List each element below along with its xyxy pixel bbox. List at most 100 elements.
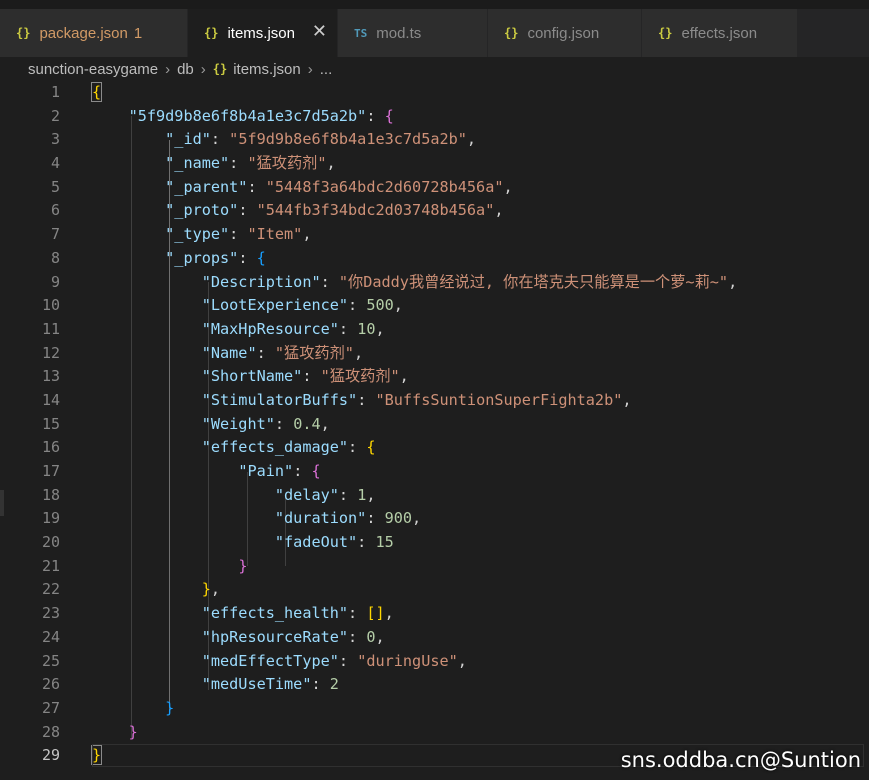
close-brace: }	[90, 745, 103, 766]
code-line: "5f9d9b8e6f8b4a1e3c7d5a2b": {	[128, 106, 394, 125]
json-value: 0.4	[293, 414, 321, 433]
json-value: 900	[384, 509, 413, 528]
open-brace: {	[311, 462, 321, 480]
json-key: "Description"	[201, 272, 321, 291]
typescript-icon: TS	[354, 26, 368, 40]
code-line: "_parent": "5448f3a64bdc2d60728b456a",	[165, 177, 513, 196]
json-braces-icon: {}	[504, 26, 519, 40]
tab-bar-top-strip	[0, 0, 869, 9]
code-line: "medUseTime": 2	[201, 675, 339, 694]
open-brace: {	[256, 248, 266, 267]
tab-label: mod.ts	[376, 24, 422, 42]
line-number: 27	[41, 698, 60, 717]
json-value: 10	[357, 319, 376, 338]
json-key: "_proto"	[165, 201, 239, 220]
line-number: 25	[41, 651, 60, 670]
json-key: "effects_health"	[201, 604, 349, 623]
line-number: 18	[41, 485, 60, 504]
json-value: 2	[329, 675, 339, 694]
code-lines[interactable]: { "5f9d9b8e6f8b4a1e3c7d5a2b": { "_id": "…	[90, 81, 869, 768]
breadcrumb-symbol[interactable]: ...	[320, 61, 333, 78]
close-brace: }	[201, 580, 211, 599]
code-line: "duration": 900,	[274, 509, 422, 528]
close-brace: }	[165, 698, 175, 717]
json-key: "5f9d9b8e6f8b4a1e3c7d5a2b"	[128, 106, 367, 125]
code-line: "fadeOut": 15	[274, 533, 394, 552]
json-key: "duration"	[274, 509, 367, 528]
tab-mod-ts[interactable]: TS mod.ts	[338, 9, 488, 57]
json-value: 0	[366, 627, 376, 646]
code-line: }	[92, 697, 869, 721]
close-brace: }	[238, 556, 248, 575]
breadcrumb-folder[interactable]: db	[177, 61, 194, 78]
code-line: "_id": "5f9d9b8e6f8b4a1e3c7d5a2b",	[165, 130, 477, 149]
line-number: 4	[50, 154, 60, 173]
line-number: 17	[41, 462, 60, 480]
json-value: 1	[357, 485, 367, 504]
close-icon[interactable]: ✕	[312, 21, 327, 42]
json-key: "delay"	[274, 485, 339, 504]
tab-effects-json[interactable]: {} effects.json	[642, 9, 798, 57]
tab-items-json[interactable]: {} items.json ✕	[188, 9, 338, 57]
code-line: "effects_damage": {	[201, 438, 376, 457]
code-line: "_name": "猛攻药剂",	[165, 154, 336, 173]
line-number: 6	[50, 201, 60, 220]
code-line: }	[92, 721, 869, 745]
line-number: 13	[41, 367, 60, 386]
tab-config-json[interactable]: {} config.json	[488, 9, 642, 57]
line-number: 10	[41, 296, 60, 315]
json-key: "medUseTime"	[201, 675, 312, 694]
code-line: "hpResourceRate": 0,	[201, 627, 385, 646]
json-key: "Weight"	[201, 414, 275, 433]
json-value: "544fb3f34bdc2d03748b456a"	[256, 201, 495, 220]
tab-label: effects.json	[681, 24, 758, 42]
chevron-right-icon: ›	[200, 60, 206, 78]
code-line: "_proto": "544fb3f34bdc2d03748b456a",	[165, 201, 504, 220]
line-number: 7	[50, 225, 60, 244]
line-number: 1	[50, 83, 60, 101]
line-number-current: 29	[41, 746, 60, 765]
line-number-gutter: 1 2 3 4 5 6 7 8 9 10 11 12 13 14 15 16 1…	[0, 81, 60, 768]
line-number: 11	[41, 319, 60, 338]
json-key: "effects_damage"	[201, 438, 349, 457]
line-number: 2	[50, 106, 60, 125]
line-number: 14	[41, 390, 60, 409]
code-editor[interactable]: 1 2 3 4 5 6 7 8 9 10 11 12 13 14 15 16 1…	[0, 81, 869, 780]
json-key: "fadeOut"	[274, 533, 358, 552]
code-line: "Pain": {	[238, 462, 321, 480]
code-line: },	[201, 580, 221, 599]
line-number: 23	[41, 604, 60, 623]
line-number: 9	[50, 272, 60, 291]
json-value: 500	[366, 296, 394, 315]
json-key: "medEffectType"	[201, 651, 339, 670]
line-number: 3	[50, 130, 60, 149]
tab-package-json[interactable]: {} package.json 1	[0, 9, 188, 57]
line-number: 19	[41, 509, 60, 528]
json-value: "你Daddy我曾经说过, 你在塔克夫只能算是一个萝~莉~"	[338, 272, 729, 291]
json-value: "猛攻药剂"	[247, 154, 327, 173]
line-number: 5	[50, 177, 60, 196]
json-braces-icon: {}	[204, 26, 219, 40]
json-value: []	[366, 604, 385, 623]
json-key: "LootExperience"	[201, 296, 349, 315]
json-value: "BuffsSuntionSuperFighta2b"	[375, 390, 623, 409]
code-line: "MaxHpResource": 10,	[201, 319, 385, 338]
code-line: "effects_health": [],	[201, 604, 394, 623]
code-line: "ShortName": "猛攻药剂",	[201, 367, 409, 386]
json-value: "猛攻药剂"	[274, 343, 354, 362]
breadcrumb-file[interactable]: items.json	[233, 61, 301, 78]
json-braces-icon: {}	[658, 26, 673, 40]
breadcrumb-root[interactable]: sunction-easygame	[28, 61, 158, 78]
code-line: "Weight": 0.4,	[201, 414, 330, 433]
line-number: 26	[41, 675, 60, 694]
code-line: }	[92, 555, 869, 579]
tab-label: config.json	[527, 24, 600, 42]
code-line: {	[90, 81, 869, 105]
open-brace: {	[90, 82, 103, 102]
line-number: 20	[41, 533, 60, 552]
line-number: 24	[41, 627, 60, 646]
json-key: "Name"	[201, 343, 257, 362]
watermark: sns.oddba.cn@Suntion	[620, 748, 861, 772]
json-value: "5f9d9b8e6f8b4a1e3c7d5a2b"	[229, 130, 467, 149]
line-number: 21	[41, 556, 60, 575]
